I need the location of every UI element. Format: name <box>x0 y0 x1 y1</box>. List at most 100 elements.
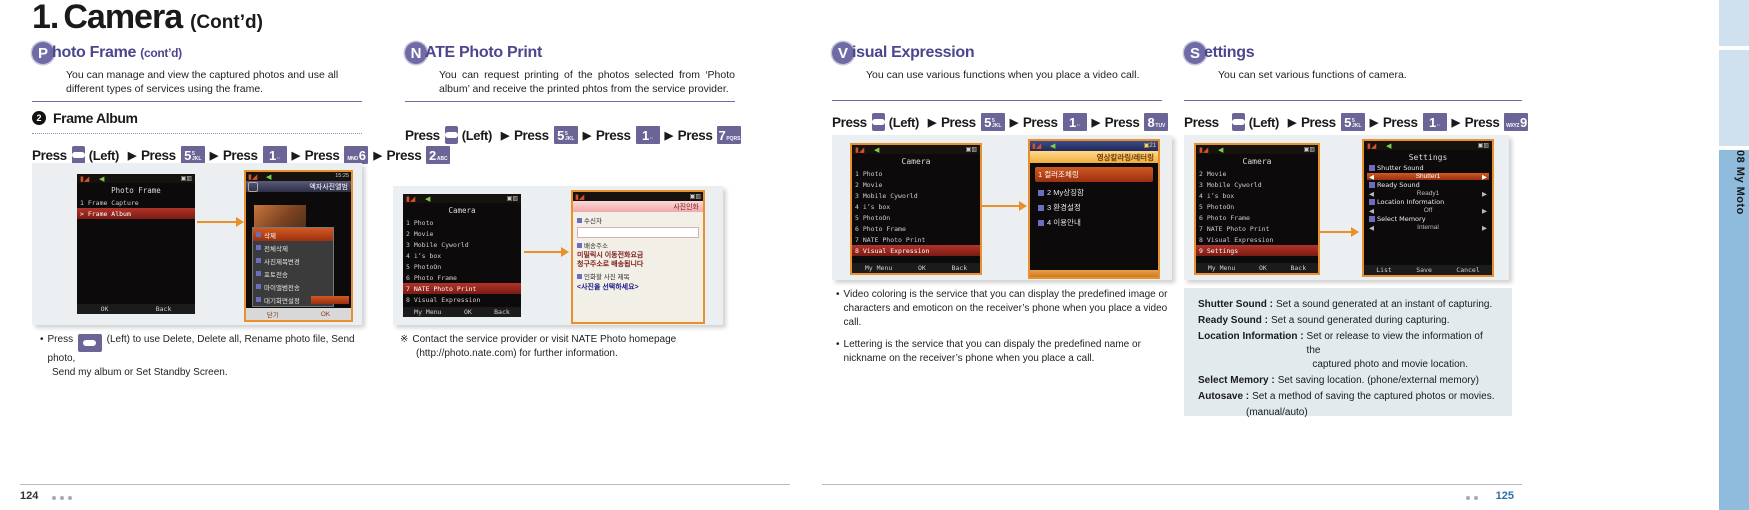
list-item[interactable]: 6 Photo Frame <box>852 223 980 234</box>
list-item[interactable]: 5 PhotoOn <box>852 212 980 223</box>
key-softkey-left[interactable] <box>444 126 458 144</box>
soft-key-left[interactable]: My Menu <box>1208 264 1235 272</box>
soft-key-center[interactable]: OK <box>464 308 472 316</box>
list-item[interactable]: 7 NATE Photo Print <box>852 234 980 245</box>
field-photo-title[interactable]: 인화할 사진 제목 <box>577 271 699 281</box>
list-item[interactable]: 8 Visual Expression <box>852 245 980 256</box>
section-nate-title: ATE Photo Print <box>425 44 542 61</box>
soft-key-right[interactable]: Back <box>951 264 967 272</box>
list-item[interactable]: 1 Photo <box>852 168 980 179</box>
title-bar: 영상칼라링/레터링 <box>1030 151 1158 163</box>
menu-item[interactable]: 전체삭제 <box>253 241 333 254</box>
press-label: Press <box>1382 114 1418 130</box>
key-softkey-left[interactable] <box>1231 113 1245 131</box>
list-item[interactable]: 4 i’s box <box>1196 190 1318 201</box>
key-9[interactable]: WXYZ 9 <box>1504 113 1529 131</box>
footer-divider <box>822 484 1522 485</box>
list-item[interactable]: 8 Visual Expression <box>403 294 521 305</box>
glossary-row: Autosave : Set a method of saving the ca… <box>1198 390 1498 404</box>
key-7[interactable]: 7 PQRS <box>717 126 742 144</box>
list-item[interactable]: 2 Movie <box>1196 168 1318 179</box>
battery-icon: ▣▥ <box>1303 147 1315 153</box>
setting-row[interactable]: Shutter Sound ◀ Shutter1 ▶ <box>1366 163 1490 181</box>
setting-row[interactable]: Ready Sound ◀ Ready1 ▶ <box>1366 180 1490 198</box>
note-photo-frame: • Press (Left) to use Delete, Delete all… <box>40 333 370 380</box>
soft-key-center[interactable]: OK <box>1259 264 1267 272</box>
key-1[interactable]: 1 ·· <box>262 146 287 164</box>
section-settings-title: ettings <box>1204 44 1255 61</box>
soft-key-left[interactable]: List <box>1376 266 1392 274</box>
close-button[interactable]: 닫기 <box>267 309 279 319</box>
key-6[interactable]: MNO 6 <box>344 146 369 164</box>
list-item: > Frame Album <box>77 208 195 219</box>
list-item[interactable]: 4 i’s box <box>852 201 980 212</box>
list-item[interactable]: 6 Photo Frame <box>403 272 521 283</box>
press-label: Press <box>222 147 258 163</box>
field-photo-value[interactable]: <사진을 선택하세요> <box>577 282 699 292</box>
soft-key-right[interactable]: Back <box>1290 264 1306 272</box>
list-item[interactable]: 7 NATE Photo Print <box>1196 223 1318 234</box>
setting-value-row[interactable]: ◀ Off ▶ <box>1367 207 1489 215</box>
screenshot-panel-nate: ▮◢ ◀ ▣▥ Camera 1 Photo 2 Movie 3 Mobile … <box>393 186 723 325</box>
setting-row[interactable]: Select Memory ◀ Internal ▶ <box>1366 214 1490 232</box>
key-softkey-left[interactable] <box>871 113 885 131</box>
footer-left: 124 <box>0 476 790 510</box>
list-item[interactable]: 2 Movie <box>403 228 521 239</box>
tab-segment[interactable] <box>1719 0 1749 46</box>
list-item[interactable]: 2 Movie <box>852 179 980 190</box>
key-5[interactable]: 5 5 JKL <box>1340 113 1365 131</box>
list-item[interactable]: 7 NATE Photo Print <box>403 283 521 294</box>
list-item[interactable]: 6 Photo Frame <box>1196 212 1318 223</box>
soft-key-right[interactable]: Cancel <box>1456 266 1479 274</box>
key-1[interactable]: 1 ·· <box>1422 113 1447 131</box>
section-photo-frame-desc: You can manage and view the captured pho… <box>66 69 339 95</box>
list-item[interactable]: 3 Mobile Cyworld <box>852 190 980 201</box>
list-item[interactable]: 3 Mobile Cyworld <box>403 239 521 250</box>
list-item[interactable]: 8 Visual Expression <box>1196 234 1318 245</box>
signal-icon: ▮◢ <box>248 174 258 181</box>
soft-key-left[interactable]: OK <box>101 305 109 313</box>
menu-item[interactable]: 사진제목변경 <box>253 254 333 267</box>
key-softkey-left[interactable] <box>77 334 102 352</box>
input-recipient[interactable] <box>577 227 699 238</box>
list-item[interactable]: 1 Photo <box>403 217 521 228</box>
field-address[interactable]: 배송주소 <box>577 240 699 250</box>
list-item[interactable]: 9 Settings <box>1196 245 1318 256</box>
key-8[interactable]: 8 TUV <box>1144 113 1169 131</box>
list-item[interactable]: 5 PhotoOn <box>1196 201 1318 212</box>
key-softkey-left[interactable] <box>71 146 85 164</box>
setting-row[interactable]: Location Information ◀ Off ▶ <box>1366 197 1490 215</box>
key-1[interactable]: 1 ·· <box>635 126 660 144</box>
field-recipient[interactable]: 수신자 <box>577 215 699 225</box>
menu-item[interactable]: 포토전송 <box>253 267 333 280</box>
tab-segment[interactable] <box>1719 50 1749 146</box>
key-2[interactable]: 2 ABC <box>426 146 451 164</box>
key-5[interactable]: 5 5 JKL <box>980 113 1005 131</box>
key-1[interactable]: 1 ·· <box>1062 113 1087 131</box>
soft-key-left[interactable]: My Menu <box>865 264 892 272</box>
soft-key-center[interactable]: Save <box>1416 266 1432 274</box>
soft-key-center[interactable]: OK <box>918 264 926 272</box>
notice-text: 미밀릭시 이동전화요금 청구주소로 배송됩니다 <box>577 251 699 269</box>
list-item[interactable]: 3 환경설정 <box>1035 200 1153 215</box>
soft-key-right[interactable]: Back <box>494 308 510 316</box>
key-5[interactable]: 5 5 JKL <box>553 126 578 144</box>
setting-value-row[interactable]: ◀ Internal ▶ <box>1367 224 1489 232</box>
setting-value-selected[interactable]: ◀ Shutter1 ▶ <box>1367 173 1489 181</box>
list-item[interactable]: 3 Mobile Cyworld <box>1196 179 1318 190</box>
list-item[interactable]: 1 컬러조체링 <box>1035 167 1153 182</box>
press-label: Press <box>940 114 976 130</box>
setting-value-row[interactable]: ◀ Ready1 ▶ <box>1367 190 1489 198</box>
soft-key-right[interactable]: Back <box>156 305 172 313</box>
list-item[interactable]: 2 My상징함 <box>1035 185 1153 200</box>
ok-button[interactable]: OK <box>321 311 330 318</box>
menu-item[interactable]: 마이앨범전송 <box>253 280 333 293</box>
menu-item[interactable]: 삭제 <box>253 228 333 241</box>
list-item[interactable]: 4 i’s box <box>403 250 521 261</box>
menu-list: 1 Frame Capture > Frame Album <box>77 197 195 219</box>
key-5[interactable]: 5 5 JKL <box>180 146 205 164</box>
soft-key-left[interactable]: My Menu <box>414 308 441 316</box>
list-item[interactable]: 5 PhotoOn <box>403 261 521 272</box>
list-item[interactable]: 4 이용안내 <box>1035 215 1153 230</box>
sound-icon: ◀ <box>1386 143 1392 150</box>
